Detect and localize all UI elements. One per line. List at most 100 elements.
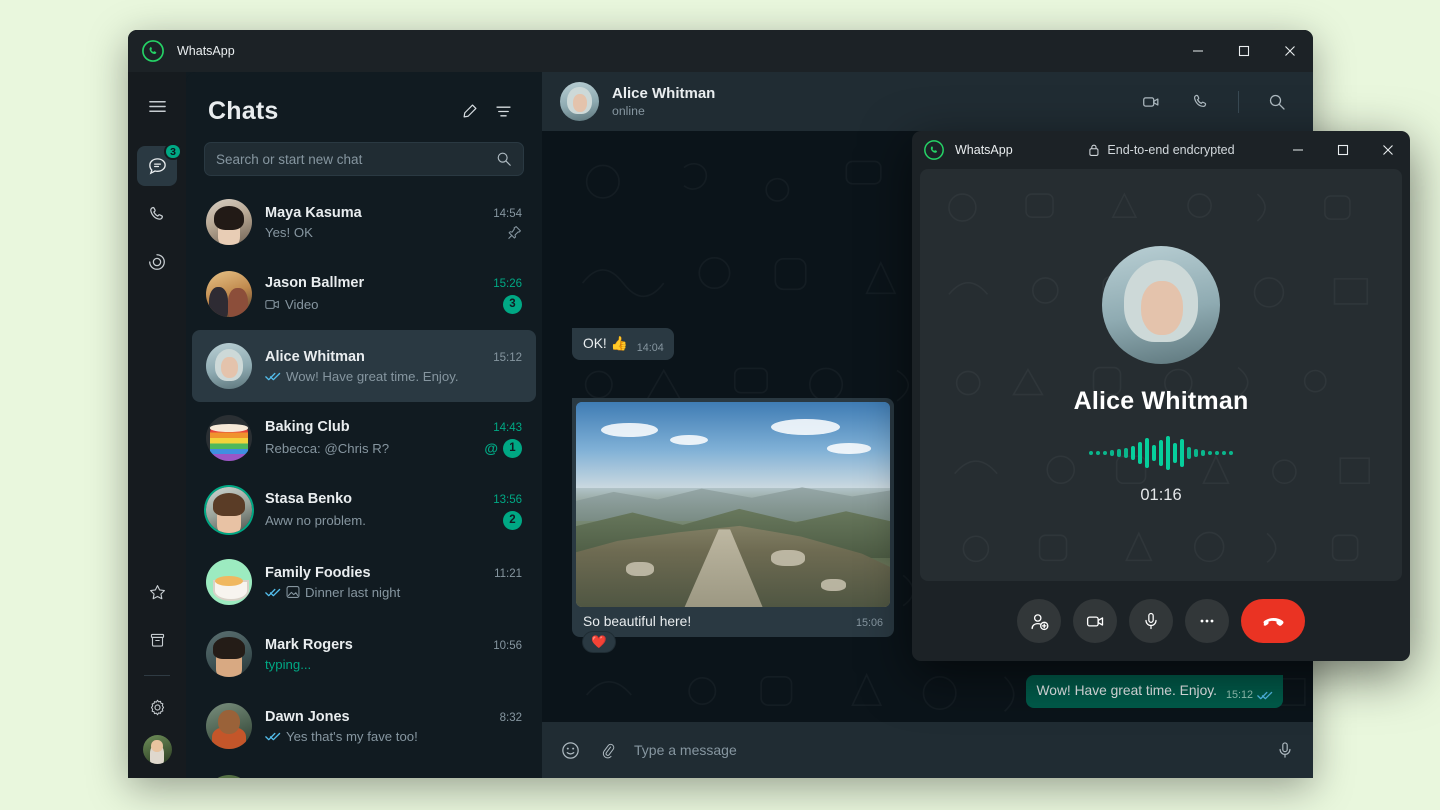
contact-avatar[interactable] <box>560 82 599 121</box>
chat-timestamp: 15:12 <box>493 352 522 364</box>
search-box[interactable] <box>204 142 524 176</box>
chat-list-item[interactable]: Alice Whitman 15:12 Wow! Have great time. … <box>192 330 536 402</box>
chat-list-item[interactable]: Maya Kasuma14:54Yes! OK <box>192 186 536 258</box>
maximize-button[interactable] <box>1221 30 1267 72</box>
profile-avatar[interactable] <box>143 735 172 764</box>
chat-name: Stasa Benko <box>265 491 485 507</box>
image-caption: So beautiful here! <box>583 614 848 629</box>
message-row: 15:12Wow! Have great time. Enjoy. <box>572 675 1283 708</box>
window-titlebar: WhatsApp <box>128 30 1313 72</box>
waveform-bar <box>1201 450 1205 456</box>
encryption-text: End-to-end endcrypted <box>1107 143 1234 157</box>
message-bubble[interactable]: 14:04OK! 👍 <box>572 328 674 361</box>
page-title: Chats <box>208 97 452 126</box>
chat-list-item[interactable]: Mark Rogers10:56typing... <box>192 618 536 690</box>
chat-list-item[interactable]: Family Foodies11:21Dinner last night <box>192 546 536 618</box>
message-bubble[interactable]: 15:12Wow! Have great time. Enjoy. <box>1026 675 1283 708</box>
rail-item-status[interactable] <box>137 242 177 282</box>
call-contact-name: Alice Whitman <box>1074 387 1249 416</box>
chat-list-item[interactable]: Stasa Benko13:56Aww no problem.2 <box>192 474 536 546</box>
chat-list-item[interactable]: Baking Club14:43Rebecca: @Chris R?@1 <box>192 402 536 474</box>
chat-timestamp: 10:56 <box>493 640 522 652</box>
rail-item-calls[interactable] <box>137 194 177 234</box>
message-timestamp: 14:04 <box>637 341 664 356</box>
video-call-button[interactable] <box>1133 84 1169 120</box>
whatsapp-logo-icon <box>142 40 164 62</box>
chat-preview-message: Dinner last night <box>305 585 511 600</box>
microphone-icon <box>1141 611 1161 631</box>
read-receipt-icon <box>265 371 281 382</box>
chat-item-indicators <box>507 225 522 240</box>
chat-name: Mark Rogers <box>265 637 485 653</box>
rail-item-settings[interactable] <box>137 687 177 727</box>
end-call-button[interactable] <box>1241 599 1305 643</box>
waveform-bar <box>1173 443 1177 463</box>
header-divider <box>1238 91 1239 113</box>
message-input[interactable] <box>634 742 1259 758</box>
message-timestamp: 15:12 <box>1226 688 1253 703</box>
call-window: WhatsApp End-to-end endcrypted <box>912 131 1410 661</box>
add-participant-button[interactable] <box>1017 599 1061 643</box>
chat-name: Maya Kasuma <box>265 205 485 221</box>
call-maximize-button[interactable] <box>1320 131 1365 169</box>
rail-item-chats[interactable]: 3 <box>137 146 177 186</box>
search-in-chat-button[interactable] <box>1259 84 1295 120</box>
chat-name: Family Foodies <box>265 565 486 581</box>
call-window-app-name: WhatsApp <box>955 143 1013 157</box>
chat-timestamp: 14:54 <box>493 208 522 220</box>
audio-waveform <box>1089 436 1233 470</box>
call-close-button[interactable] <box>1365 131 1410 169</box>
message-photo[interactable] <box>576 402 890 607</box>
unread-badge: 2 <box>503 511 522 530</box>
minimize-button[interactable] <box>1175 30 1221 72</box>
toggle-video-button[interactable] <box>1073 599 1117 643</box>
chat-name: Alice Whitman <box>265 349 485 365</box>
chat-name: Baking Club <box>265 419 485 435</box>
toggle-mic-button[interactable] <box>1129 599 1173 643</box>
more-options-button[interactable] <box>1185 599 1229 643</box>
chat-preview-message: Wow! Have great time. Enjoy. <box>286 369 511 384</box>
chat-list-item[interactable]: Dawn Jones8:32Yes that's my fave too! <box>192 690 536 762</box>
read-receipt-icon <box>1257 690 1273 701</box>
rail-item-archived[interactable] <box>137 620 177 660</box>
new-chat-button[interactable] <box>452 94 486 128</box>
voice-call-button[interactable] <box>1182 84 1218 120</box>
menu-button[interactable] <box>137 86 177 126</box>
video-message-icon <box>265 298 280 311</box>
window-title: WhatsApp <box>177 44 235 58</box>
image-message-icon <box>286 585 300 599</box>
close-button[interactable] <box>1267 30 1313 72</box>
image-message-bubble[interactable]: So beautiful here!15:06❤️ <box>572 398 894 637</box>
rail-item-starred[interactable] <box>137 572 177 612</box>
waveform-bar <box>1222 451 1226 455</box>
chat-list-item[interactable]: Jason Ballmer 15:26Video 3 <box>192 258 536 330</box>
chat-timestamp: 15:26 <box>493 278 522 290</box>
microphone-icon[interactable] <box>1275 740 1295 760</box>
chat-preview-message: Aww no problem. <box>265 513 492 528</box>
video-icon <box>1085 611 1106 632</box>
call-contact-avatar <box>1102 246 1220 364</box>
call-duration: 01:16 <box>1140 486 1181 505</box>
search-input[interactable] <box>216 152 496 167</box>
mention-icon: @ <box>484 441 498 455</box>
call-titlebar: WhatsApp End-to-end endcrypted <box>912 131 1410 169</box>
chat-list-item[interactable]: Ziggy Woodley8:12 <box>192 762 536 778</box>
end-call-icon <box>1261 609 1286 634</box>
chat-name: Jason Ballmer <box>265 275 485 291</box>
message-reaction[interactable]: ❤️ <box>582 631 616 653</box>
waveform-bar <box>1103 451 1107 455</box>
chat-item-indicators: 3 <box>503 295 522 314</box>
waveform-bar <box>1117 449 1121 457</box>
waveform-bar <box>1145 438 1149 468</box>
chat-preview-message: Video <box>285 297 492 312</box>
filter-chats-button[interactable] <box>486 94 520 128</box>
emoji-icon[interactable] <box>560 740 581 761</box>
attach-icon[interactable] <box>597 740 618 761</box>
waveform-bar <box>1180 439 1184 467</box>
waveform-bar <box>1208 451 1212 455</box>
chat-list[interactable]: Maya Kasuma14:54Yes! OKJason Ballmer15:2… <box>186 186 542 778</box>
call-minimize-button[interactable] <box>1275 131 1320 169</box>
read-receipt-icon <box>265 587 281 598</box>
chat-avatar <box>206 199 252 245</box>
chat-preview-message: Yes that's my fave too! <box>286 729 511 744</box>
